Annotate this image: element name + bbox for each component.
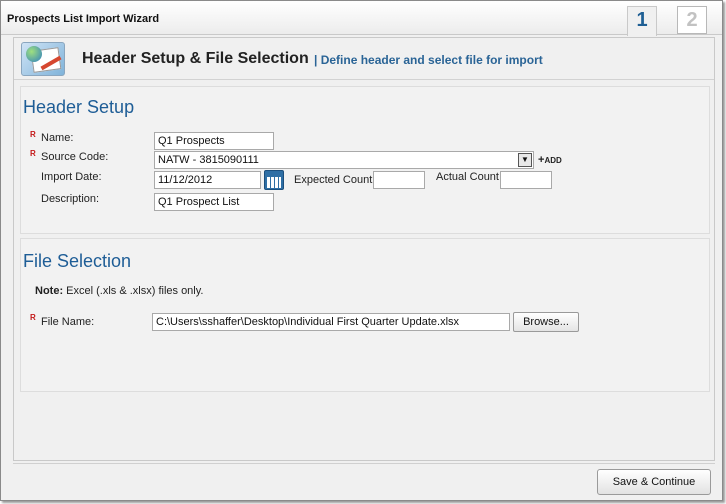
add-source-code-link[interactable]: +ADD xyxy=(538,154,562,166)
file-selection-section: File Selection Note: Excel (.xls & .xlsx… xyxy=(20,238,710,392)
expected-count-label: Expected Count: xyxy=(294,174,376,186)
source-code-select[interactable]: NATW - 3815090111 ▼ xyxy=(154,151,534,169)
source-code-required-marker: R xyxy=(30,149,36,158)
header-setup-title: Header Setup xyxy=(23,97,135,117)
window-title: Prospects List Import Wizard xyxy=(7,13,160,25)
note-text: Excel (.xls & .xlsx) files only. xyxy=(63,285,204,297)
note-bold-label: Note: xyxy=(35,285,64,297)
actual-count-input[interactable] xyxy=(500,171,552,189)
description-label: Description: xyxy=(41,193,100,205)
save-continue-button[interactable]: Save & Continue xyxy=(597,469,711,495)
page-title: Header Setup & File Selection xyxy=(82,50,309,67)
file-type-note: Note: Excel (.xls & .xlsx) files only. xyxy=(35,285,204,297)
name-label: Name: xyxy=(41,132,74,144)
add-label: ADD xyxy=(544,156,562,165)
header-setup-section: Header Setup R Name: Q1 Prospects R Sour… xyxy=(20,86,710,234)
file-selection-title: File Selection xyxy=(23,251,132,271)
wizard-content: Header Setup & File Selection | Define h… xyxy=(13,37,715,461)
source-code-value: NATW - 3815090111 xyxy=(158,154,259,166)
description-input[interactable]: Q1 Prospect List xyxy=(154,193,274,211)
source-code-label: Source Code: xyxy=(41,151,109,163)
wizard-window: Prospects List Import Wizard 1 2 Header … xyxy=(0,0,723,501)
step-1-indicator: 1 xyxy=(627,6,657,36)
file-name-label: File Name: xyxy=(41,316,95,328)
browse-button[interactable]: Browse... xyxy=(513,312,579,332)
import-date-label: Import Date: xyxy=(41,171,102,183)
file-name-required-marker: R xyxy=(30,313,36,322)
title-bar: Prospects List Import Wizard 1 2 xyxy=(1,1,722,36)
name-input[interactable]: Q1 Prospects xyxy=(154,132,274,150)
page-subtitle: | Define header and select file for impo… xyxy=(314,53,543,67)
calendar-icon[interactable] xyxy=(264,170,284,190)
page-header: Header Setup & File Selection | Define h… xyxy=(14,38,714,80)
actual-count-label: Actual Count: xyxy=(436,171,503,183)
file-name-input[interactable]: C:\Users\sshaffer\Desktop\Individual Fir… xyxy=(152,313,510,331)
import-date-input[interactable]: 11/12/2012 xyxy=(154,171,261,189)
footer-divider xyxy=(13,463,715,464)
name-required-marker: R xyxy=(30,130,36,139)
wizard-header-icon xyxy=(21,42,65,76)
step-2-indicator: 2 xyxy=(677,6,707,34)
expected-count-input[interactable] xyxy=(373,171,425,189)
dropdown-arrow-icon[interactable]: ▼ xyxy=(518,153,532,167)
